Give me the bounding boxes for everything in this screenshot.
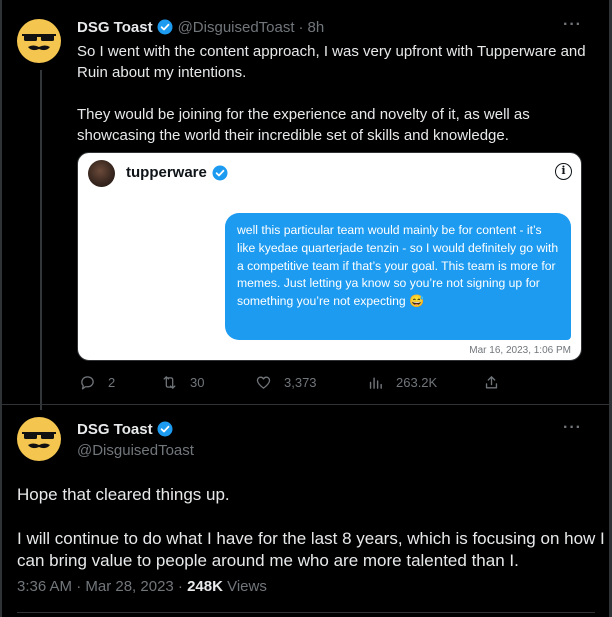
like-count: 3,373	[284, 375, 317, 390]
avatar[interactable]	[17, 19, 61, 63]
tweet-header: DSG Toast	[77, 420, 178, 438]
verified-badge-icon	[156, 420, 174, 438]
message-bubble: well this particular team would mainly b…	[225, 213, 571, 340]
display-name[interactable]: DSG Toast	[77, 421, 153, 438]
view-count: 263.2K	[396, 375, 438, 390]
tweet-header: DSG Toast @DisguisedToast · 8h	[77, 18, 324, 36]
message-timestamp: Mar 16, 2023, 1:06 PM	[469, 345, 571, 356]
reply-icon	[81, 376, 94, 390]
share-icon	[485, 376, 498, 389]
attached-image[interactable]: tupperware i well this particular team w…	[77, 152, 582, 361]
dm-header: tupperware	[126, 164, 232, 181]
tweet-timestamp[interactable]: 3:36 AM · Mar 28, 2023 ·	[17, 578, 187, 595]
tweet-metadata: 3:36 AM · Mar 28, 2023 · 248K Views	[17, 578, 267, 595]
retweet-button[interactable]: 30	[161, 374, 204, 391]
tweet-paragraph: So I went with the content approach, I w…	[77, 43, 586, 81]
user-handle[interactable]: @DisguisedToast	[77, 442, 194, 459]
tweet-paragraph: They would be joining for the experience…	[77, 106, 530, 144]
user-handle[interactable]: @DisguisedToast	[178, 19, 295, 36]
more-options-icon[interactable]: ···	[563, 419, 582, 437]
retweet-count: 30	[190, 375, 205, 390]
tweet-time[interactable]: 8h	[308, 19, 325, 36]
retweet-icon	[163, 376, 176, 389]
tweet-paragraph: Hope that cleared things up.	[17, 485, 230, 504]
dm-avatar	[88, 160, 115, 187]
tweet-paragraph: I will continue to do what I have for th…	[17, 529, 605, 570]
tweet-body: So I went with the content approach, I w…	[77, 41, 597, 167]
dm-username: tupperware	[126, 164, 207, 181]
heart-icon	[256, 376, 271, 389]
verified-badge-icon	[211, 164, 228, 181]
divider	[17, 612, 595, 613]
frame-left-border	[0, 0, 2, 617]
more-options-icon[interactable]: ···	[563, 16, 582, 34]
separator-dot: ·	[298, 18, 304, 36]
avatar[interactable]	[17, 417, 61, 461]
display-name[interactable]: DSG Toast	[77, 19, 153, 36]
disguise-glasses-icon	[22, 34, 56, 51]
views-label: Views	[222, 578, 267, 595]
info-icon: i	[555, 163, 572, 180]
disguise-glasses-icon	[22, 432, 56, 449]
action-bar: 2 30 3,373 263.2K	[77, 374, 517, 394]
view-count: 248K	[187, 578, 223, 595]
views-chart-icon	[369, 377, 382, 389]
divider	[0, 404, 612, 405]
views-button[interactable]: 263.2K	[367, 374, 437, 391]
reply-button[interactable]: 2	[79, 374, 115, 391]
thread-connector-line	[40, 70, 42, 410]
like-button[interactable]: 3,373	[255, 374, 317, 391]
share-button[interactable]	[483, 374, 500, 391]
verified-badge-icon	[156, 18, 174, 36]
reply-count: 2	[108, 375, 116, 390]
